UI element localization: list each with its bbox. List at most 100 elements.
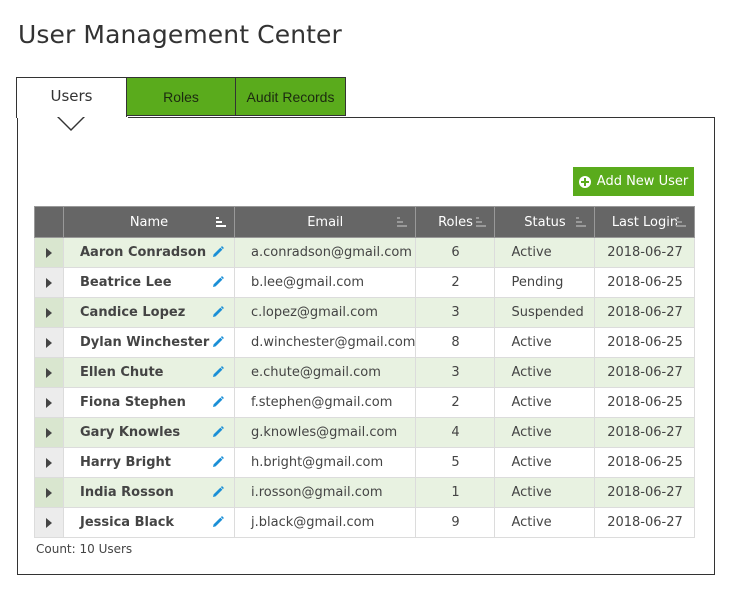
edit-pencil-icon[interactable] bbox=[212, 246, 224, 258]
tab-audit-records[interactable]: Audit Records bbox=[235, 77, 346, 116]
last-login-cell: 2018-06-25 bbox=[594, 267, 696, 298]
column-header-name[interactable]: Name bbox=[63, 206, 235, 238]
table-header-row: Name Email Roles Status Last Login bbox=[34, 206, 696, 238]
expand-caret-icon bbox=[46, 457, 52, 468]
name-cell: Ellen Chute bbox=[63, 357, 235, 388]
expand-row-button[interactable] bbox=[34, 327, 64, 358]
edit-pencil-icon[interactable] bbox=[212, 336, 224, 348]
expand-row-button[interactable] bbox=[34, 417, 64, 448]
add-new-user-label: Add New User bbox=[596, 174, 689, 189]
user-name: Jessica Black bbox=[80, 515, 175, 530]
column-header-email[interactable]: Email bbox=[233, 206, 417, 238]
status-cell: Suspended bbox=[494, 297, 596, 328]
table-row[interactable]: Ellen Chute e.chute@gmail.com 3 Active 2018-… bbox=[34, 357, 696, 388]
edit-pencil-icon[interactable] bbox=[212, 456, 224, 468]
status-cell: Pending bbox=[494, 267, 596, 298]
expand-row-button[interactable] bbox=[34, 237, 64, 268]
column-header-last-login[interactable]: Last Login bbox=[594, 206, 696, 238]
user-name: Dylan Winchester bbox=[80, 335, 210, 350]
sort-icon[interactable] bbox=[397, 217, 408, 227]
expand-caret-icon bbox=[46, 307, 52, 318]
table-row[interactable]: Aaron Conradson a.conradson@gmail.com 6 Act… bbox=[34, 237, 696, 268]
email-cell: a.conradson@gmail.com bbox=[233, 237, 417, 268]
last-login-cell: 2018-06-25 bbox=[594, 387, 696, 418]
email-cell: i.rosson@gmail.com bbox=[233, 477, 417, 508]
expand-row-button[interactable] bbox=[34, 387, 64, 418]
name-cell: Candice Lopez bbox=[63, 297, 235, 328]
last-login-cell: 2018-06-27 bbox=[594, 417, 696, 448]
expand-row-button[interactable] bbox=[34, 357, 64, 388]
name-cell: Jessica Black bbox=[63, 507, 235, 538]
add-new-user-button[interactable]: Add New User bbox=[573, 167, 694, 196]
user-name: India Rosson bbox=[80, 485, 174, 500]
column-header-label: Roles bbox=[438, 214, 473, 230]
expand-row-button[interactable] bbox=[34, 477, 64, 508]
roles-cell: 6 bbox=[415, 237, 496, 268]
tab-users[interactable]: Users bbox=[16, 77, 127, 118]
tab-roles[interactable]: Roles bbox=[126, 77, 236, 116]
expand-row-button[interactable] bbox=[34, 447, 64, 478]
expand-caret-icon bbox=[46, 277, 52, 288]
name-cell: Fiona Stephen bbox=[63, 387, 235, 418]
table-row[interactable]: India Rosson i.rosson@gmail.com 1 Active 201… bbox=[34, 477, 696, 508]
table-row[interactable]: Fiona Stephen f.stephen@gmail.com 2 Active 2… bbox=[34, 387, 696, 418]
name-cell: Harry Bright bbox=[63, 447, 235, 478]
edit-pencil-icon[interactable] bbox=[212, 486, 224, 498]
edit-pencil-icon[interactable] bbox=[212, 276, 224, 288]
email-cell: j.black@gmail.com bbox=[233, 507, 417, 538]
roles-cell: 8 bbox=[415, 327, 496, 358]
edit-pencil-icon[interactable] bbox=[212, 426, 224, 438]
expand-row-button[interactable] bbox=[34, 267, 64, 298]
user-name: Harry Bright bbox=[80, 455, 172, 470]
user-name: Beatrice Lee bbox=[80, 275, 172, 290]
status-cell: Active bbox=[494, 417, 596, 448]
last-login-cell: 2018-06-25 bbox=[594, 327, 696, 358]
edit-pencil-icon[interactable] bbox=[212, 306, 224, 318]
column-header-status[interactable]: Status bbox=[494, 206, 596, 238]
table-row[interactable]: Jessica Black j.black@gmail.com 9 Active 201… bbox=[34, 507, 696, 538]
table-row[interactable]: Beatrice Lee b.lee@gmail.com 2 Pending 2018-… bbox=[34, 267, 696, 298]
edit-pencil-icon[interactable] bbox=[212, 516, 224, 528]
column-header-label: Name bbox=[129, 214, 169, 230]
expand-caret-icon bbox=[46, 517, 52, 528]
last-login-cell: 2018-06-27 bbox=[594, 357, 696, 388]
column-header-roles[interactable]: Roles bbox=[415, 206, 496, 238]
roles-cell: 2 bbox=[415, 387, 496, 418]
table-row[interactable]: Candice Lopez c.lopez@gmail.com 3 Suspended… bbox=[34, 297, 696, 328]
edit-pencil-icon[interactable] bbox=[212, 366, 224, 378]
sort-icon[interactable] bbox=[576, 217, 587, 227]
expand-row-button[interactable] bbox=[34, 507, 64, 538]
status-cell: Active bbox=[494, 477, 596, 508]
plus-circle-icon bbox=[578, 175, 591, 188]
roles-cell: 3 bbox=[415, 297, 496, 328]
name-cell: Gary Knowles bbox=[63, 417, 235, 448]
last-login-cell: 2018-06-27 bbox=[594, 477, 696, 508]
user-name: Fiona Stephen bbox=[80, 395, 186, 410]
expand-caret-icon bbox=[46, 247, 52, 258]
email-cell: d.winchester@gmail.com bbox=[233, 327, 417, 358]
name-cell: Beatrice Lee bbox=[63, 267, 235, 298]
column-header-label: Last Login bbox=[611, 214, 679, 230]
last-login-cell: 2018-06-25 bbox=[594, 447, 696, 478]
roles-cell: 3 bbox=[415, 357, 496, 388]
expand-caret-icon bbox=[46, 397, 52, 408]
status-cell: Active bbox=[494, 447, 596, 478]
sort-icon[interactable] bbox=[216, 217, 226, 227]
sort-icon[interactable] bbox=[476, 217, 487, 227]
email-cell: h.bright@gmail.com bbox=[233, 447, 417, 478]
edit-pencil-icon[interactable] bbox=[212, 396, 224, 408]
status-cell: Active bbox=[494, 387, 596, 418]
roles-cell: 4 bbox=[415, 417, 496, 448]
expand-row-button[interactable] bbox=[34, 297, 64, 328]
roles-cell: 5 bbox=[415, 447, 496, 478]
user-name: Ellen Chute bbox=[80, 365, 164, 380]
table-row[interactable]: Gary Knowles g.knowles@gmail.com 4 Active 20… bbox=[34, 417, 696, 448]
last-login-cell: 2018-06-27 bbox=[594, 237, 696, 268]
table-row[interactable]: Dylan Winchester d.winchester@gmail.com 8 A… bbox=[34, 327, 696, 358]
expand-caret-icon bbox=[46, 487, 52, 498]
sort-icon[interactable] bbox=[676, 217, 687, 227]
table-row[interactable]: Harry Bright h.bright@gmail.com 5 Active 201… bbox=[34, 447, 696, 478]
status-cell: Active bbox=[494, 327, 596, 358]
status-cell: Active bbox=[494, 357, 596, 388]
status-cell: Active bbox=[494, 237, 596, 268]
